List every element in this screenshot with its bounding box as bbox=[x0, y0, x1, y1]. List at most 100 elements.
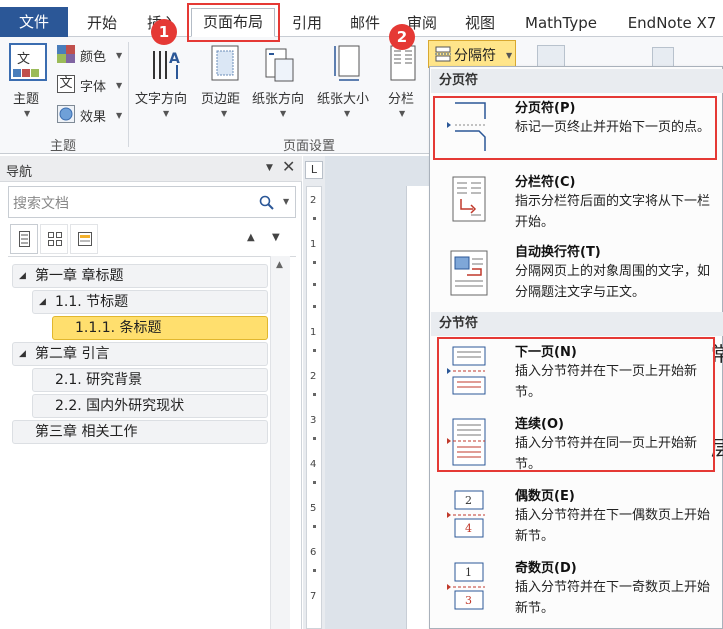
ruler-number: 7 bbox=[310, 591, 317, 602]
next-heading-icon[interactable]: ▼ bbox=[272, 232, 280, 243]
size-icon[interactable] bbox=[333, 45, 361, 83]
nav-heading-item[interactable]: ◢ 第二章 引言 bbox=[12, 342, 268, 366]
ruler-number: 2 bbox=[310, 371, 317, 382]
theme-icon[interactable]: 文 bbox=[9, 43, 47, 83]
tab-references[interactable]: 引用 bbox=[289, 10, 325, 36]
next-page-section-icon bbox=[447, 346, 486, 395]
collapse-icon[interactable]: ◢ bbox=[19, 265, 26, 287]
margins-button[interactable]: 页边距 bbox=[201, 88, 240, 107]
orientation-icon[interactable] bbox=[265, 45, 295, 83]
next-page-desc: 插入分节符并在下一页上开始新节。 bbox=[515, 364, 698, 400]
menu-item-continuous[interactable]: 连续(O) 插入分节符并在同一页上开始新节。 bbox=[431, 411, 723, 477]
scroll-up-icon[interactable]: ▲ bbox=[276, 260, 283, 270]
colors-icon bbox=[57, 45, 75, 63]
search-icon[interactable] bbox=[259, 195, 275, 211]
menu-item-odd-page[interactable]: 1 3 奇数页(D) 插入分节符并在下一奇数页上开始新节。 bbox=[431, 555, 723, 621]
menu-item-text-wrapping-break[interactable]: 自动换行符(T) 分隔网页上的对象周围的文字，如分隔题注文字与正文。 bbox=[431, 239, 723, 309]
tab-mathtype[interactable]: MathType bbox=[521, 10, 601, 36]
chevron-down-icon: ▼ bbox=[116, 111, 123, 120]
results-icon bbox=[78, 232, 92, 246]
svg-text:4: 4 bbox=[465, 522, 472, 535]
headings-view-icon bbox=[19, 231, 30, 247]
chevron-down-icon: ▼ bbox=[163, 109, 170, 118]
nav-heading-item[interactable]: ◢ 第一章 章标题 bbox=[12, 264, 268, 288]
continuous-section-icon bbox=[447, 418, 486, 466]
group-divider bbox=[128, 42, 129, 147]
chevron-down-icon: ▼ bbox=[506, 51, 513, 60]
nav-heading-label: 2.1. 研究背景 bbox=[55, 372, 143, 388]
close-icon[interactable]: ✕ bbox=[282, 157, 295, 176]
collapse-icon[interactable]: ◢ bbox=[19, 343, 26, 365]
fonts-button[interactable]: 字体 bbox=[80, 76, 106, 95]
tab-home[interactable]: 开始 bbox=[84, 10, 120, 36]
breaks-label: 分隔符 bbox=[454, 48, 496, 64]
nav-heading-item[interactable]: 2.1. 研究背景 bbox=[32, 368, 268, 392]
nav-heading-item-active[interactable]: 1.1.1. 条标题 bbox=[52, 316, 268, 340]
breaks-icon bbox=[435, 46, 451, 62]
ruler-tick bbox=[313, 349, 316, 352]
tab-selector[interactable]: L bbox=[305, 161, 323, 179]
nav-heading-item[interactable]: 第三章 相关工作 bbox=[12, 420, 268, 444]
nav-heading-item[interactable]: ◢ 1.1. 节标题 bbox=[32, 290, 268, 314]
nav-heading-label: 1.1. 节标题 bbox=[55, 294, 129, 310]
tab-endnote[interactable]: EndNote X7 bbox=[622, 10, 722, 36]
margins-icon[interactable] bbox=[211, 45, 239, 83]
effects-button[interactable]: 效果 bbox=[80, 106, 106, 125]
tab-page-layout[interactable]: 页面布局 bbox=[191, 8, 275, 37]
chevron-down-icon: ▼ bbox=[344, 109, 351, 118]
nav-heading-item[interactable]: 2.2. 国内外研究现状 bbox=[32, 394, 268, 418]
column-break-title: 分栏符(C) bbox=[515, 175, 576, 190]
ruler-tick bbox=[313, 261, 316, 264]
pages-tab[interactable] bbox=[40, 224, 68, 254]
breaks-button[interactable]: 分隔符 ▼ bbox=[428, 40, 516, 68]
odd-page-section-icon: 1 3 bbox=[447, 562, 485, 610]
ruler-tick bbox=[313, 481, 316, 484]
results-tab[interactable] bbox=[70, 224, 98, 254]
text-direction-button[interactable]: 文字方向 bbox=[135, 88, 187, 107]
page-break-icon bbox=[447, 102, 486, 151]
search-placeholder: 搜索文档 bbox=[13, 196, 69, 212]
svg-text:A: A bbox=[169, 51, 180, 67]
search-input[interactable]: 搜索文档 ▼ bbox=[8, 186, 296, 218]
svg-text:3: 3 bbox=[465, 594, 472, 607]
column-break-desc: 指示分栏符后面的文字将从下一栏开始。 bbox=[515, 194, 711, 230]
svg-text:2: 2 bbox=[465, 494, 472, 507]
ruler-tick bbox=[313, 305, 316, 308]
columns-button[interactable]: 分栏 bbox=[388, 88, 414, 107]
tab-mailings[interactable]: 邮件 bbox=[347, 10, 383, 36]
tab-file[interactable]: 文件 bbox=[0, 7, 68, 37]
ruler-tick bbox=[313, 525, 316, 528]
menu-item-next-page[interactable]: 下一页(N) 插入分节符并在下一页上开始新节。 bbox=[431, 339, 723, 405]
section-breaks-header: 分节符 bbox=[431, 312, 723, 336]
nav-heading-label: 第二章 引言 bbox=[35, 346, 110, 362]
even-page-desc: 插入分节符并在下一偶数页上开始新节。 bbox=[515, 508, 711, 544]
chevron-down-icon: ▼ bbox=[399, 109, 406, 118]
orientation-button[interactable]: 纸张方向 bbox=[252, 88, 304, 107]
chevron-down-icon[interactable]: ▼ bbox=[283, 197, 289, 206]
columns-icon[interactable] bbox=[390, 45, 416, 83]
menu-item-column-break[interactable]: 分栏符(C) 指示分栏符后面的文字将从下一栏开始。 bbox=[431, 167, 723, 233]
svg-text:1: 1 bbox=[465, 566, 472, 579]
document-text-fragment: 常 bbox=[711, 342, 723, 366]
effects-icon bbox=[57, 105, 75, 123]
tab-view[interactable]: 视图 bbox=[462, 10, 498, 36]
collapse-icon[interactable]: ◢ bbox=[39, 291, 46, 313]
previous-heading-icon[interactable]: ▲ bbox=[247, 232, 255, 243]
size-button[interactable]: 纸张大小 bbox=[317, 88, 369, 107]
chevron-down-icon: ▼ bbox=[280, 109, 287, 118]
text-direction-icon[interactable]: A bbox=[150, 43, 184, 83]
headings-tab[interactable] bbox=[10, 224, 38, 254]
menu-item-page-break[interactable]: 分页符(P) 标记一页终止并开始下一页的点。 bbox=[431, 95, 723, 161]
page-break-title: 分页符(P) bbox=[515, 101, 576, 116]
pane-options-icon[interactable]: ▼ bbox=[266, 163, 273, 173]
menu-item-even-page[interactable]: 2 4 偶数页(E) 插入分节符并在下一偶数页上开始新节。 bbox=[431, 483, 723, 549]
chevron-down-icon: ▼ bbox=[221, 109, 228, 118]
page-setup-group-label: 页面设置 bbox=[283, 139, 336, 154]
fonts-icon: 文 bbox=[57, 75, 75, 93]
colors-button[interactable]: 颜色 bbox=[80, 46, 106, 65]
navigation-header: 导航 ▼ ✕ bbox=[0, 156, 302, 182]
ruler-number: 2 bbox=[310, 195, 317, 206]
nav-scrollbar[interactable]: ▲ bbox=[270, 256, 290, 629]
ruler-tick bbox=[313, 283, 316, 286]
odd-page-title: 奇数页(D) bbox=[515, 561, 577, 576]
